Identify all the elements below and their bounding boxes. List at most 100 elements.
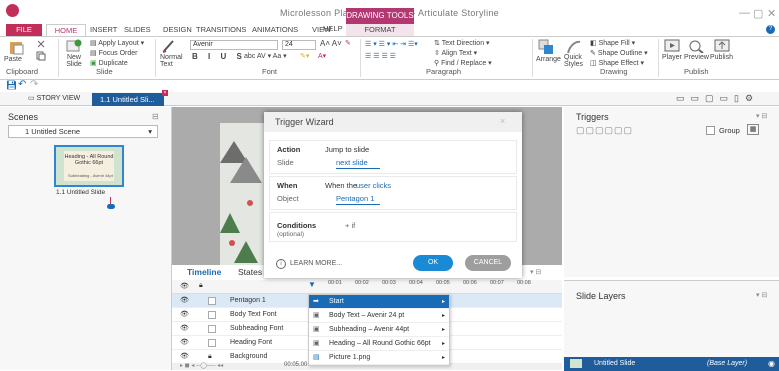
dialog-close-icon[interactable]: × — [500, 116, 505, 126]
slide-tab[interactable]: 1.1 Untitled Sli... — [92, 93, 164, 106]
eye-icon[interactable]: 👁︎ — [180, 308, 189, 322]
tab-slides[interactable]: SLIDES — [124, 24, 151, 36]
base-layer-row[interactable]: Untitled Slide (Base Layer) ◉ — [564, 357, 779, 371]
close-icon[interactable]: ✕ — [767, 7, 776, 20]
tab-states[interactable]: States — [238, 267, 262, 277]
redo-icon[interactable]: ↷ — [30, 79, 38, 90]
lock-toggle[interactable] — [208, 297, 216, 305]
triggers-options-icon[interactable]: ▾ ⊟ — [756, 112, 767, 120]
publish-icon[interactable] — [714, 39, 730, 53]
close-tab-icon[interactable]: × — [162, 90, 168, 96]
action-value[interactable]: Jump to slide — [325, 145, 369, 154]
save-icon[interactable]: 💾︎ — [6, 80, 17, 91]
playhead-icon[interactable]: ▼ — [308, 280, 316, 289]
cut-icon[interactable] — [36, 39, 46, 49]
bar-subheading[interactable]: ▣ Subheading – Avenir 44pt ▸ — [309, 323, 449, 337]
new-slide-button[interactable]: New Slide — [62, 54, 86, 68]
shape-effect-button[interactable]: ◫ Shape Effect ▾ — [590, 59, 644, 67]
font-size-field[interactable]: 24 — [282, 40, 316, 50]
new-slide-icon[interactable] — [66, 39, 82, 53]
slide-value[interactable]: next slide — [336, 158, 368, 167]
list-icons[interactable]: ☰ ▾ ☰ ▾ ⇤ ⇥ ☰▾ — [365, 40, 418, 48]
zoom-slider[interactable]: ▸ ◼ ◂ ─◯── ◂◂ — [180, 362, 223, 369]
bar-start[interactable]: ➡ Start ▸ — [309, 295, 449, 309]
trigger-toolbar-icons[interactable]: ▢▢▢▢▢▢ — [576, 125, 633, 136]
quick-styles-button[interactable]: Quick Styles — [564, 54, 588, 68]
normal-text-button[interactable]: Normal Text — [160, 54, 183, 68]
shape-fill-button[interactable]: ◧ Shape Fill ▾ — [590, 39, 635, 47]
tab-animations[interactable]: ANIMATIONS — [252, 24, 298, 36]
paste-icon[interactable] — [8, 39, 24, 55]
text-direction-icon: ⇅ — [434, 40, 442, 47]
font-color-icon[interactable]: A▾ — [318, 52, 326, 60]
scene-dropdown[interactable]: 1 Untitled Scene ▾ — [8, 125, 158, 138]
tab-file[interactable]: FILE — [6, 24, 42, 36]
lock-toggle[interactable] — [208, 339, 216, 347]
tab-home[interactable]: HOME — [46, 24, 86, 36]
maximize-icon[interactable]: ▢ — [753, 7, 763, 20]
bar-heading[interactable]: ▣ Heading – All Round Gothic 66pt ▸ — [309, 337, 449, 351]
panel-options-icon[interactable]: ⊟ — [152, 112, 159, 121]
cancel-button[interactable]: CANCEL — [465, 255, 511, 271]
duplicate-button[interactable]: ▣ Duplicate — [90, 59, 128, 67]
bar-body-text[interactable]: ▣ Body Text – Avenir 24 pt ▸ — [309, 309, 449, 323]
font-name-field[interactable]: Avenir — [190, 40, 278, 50]
learn-more-link[interactable]: LEARN MORE... — [290, 260, 342, 267]
tab-format[interactable]: FORMAT — [346, 24, 414, 36]
normal-text-icon[interactable] — [162, 39, 176, 53]
paste-button[interactable]: Paste — [4, 56, 22, 63]
help-icon[interactable]: ? — [766, 25, 775, 34]
player-icon[interactable] — [664, 39, 680, 53]
slide-thumbnail[interactable]: Heading - All Round Gothic 66pt Subheadi… — [54, 145, 124, 187]
tab-transitions[interactable]: TRANSITIONS — [196, 24, 246, 36]
find-replace-button[interactable]: ⚲ Find / Replace ▾ — [434, 59, 492, 67]
minimize-icon[interactable]: — — [739, 7, 750, 19]
player-button[interactable]: Player — [662, 54, 682, 61]
trigger-settings-icon[interactable]: ▦ — [747, 124, 759, 135]
object-value[interactable]: Pentagon 1 — [336, 194, 374, 203]
tick-4: 00:04 — [409, 280, 423, 286]
layers-options-icon[interactable]: ▾ ⊟ — [756, 291, 767, 299]
font-style-buttons[interactable]: B I U S — [192, 52, 246, 61]
arrange-button[interactable]: Arrange — [536, 56, 561, 63]
tab-help[interactable]: HELP — [323, 24, 343, 33]
eye-icon[interactable]: 👁︎ — [180, 282, 189, 290]
eye-icon[interactable]: 👁︎ — [180, 322, 189, 336]
alignment-icons[interactable]: ☰ ☰ ☰ ☰ — [365, 52, 396, 60]
grow-font-icon[interactable]: A˄ A˅ — [320, 39, 342, 48]
timeline-options-icon[interactable]: ▾ ⊟ — [530, 268, 541, 276]
undo-icon[interactable]: ↶ — [18, 79, 26, 90]
when-value[interactable]: user clicks — [356, 181, 391, 190]
highlight-icon[interactable]: ✎▾ — [300, 52, 309, 60]
add-condition[interactable]: + if — [345, 221, 355, 230]
apply-layout-button[interactable]: ▤ Apply Layout ▾ — [90, 39, 144, 47]
bar-picture[interactable]: ▤ Picture 1.png ▸ — [309, 351, 449, 365]
align-text-button[interactable]: ⇳ Align Text ▾ — [434, 49, 477, 57]
preview-icon[interactable] — [688, 39, 704, 53]
lock-icon[interactable]: 🔒︎ — [199, 282, 203, 290]
ok-button[interactable]: OK — [413, 255, 453, 271]
publish-button[interactable]: Publish — [710, 54, 733, 61]
tab-design[interactable]: DESIGN — [163, 24, 192, 36]
ribbon: Paste Clipboard New Slide ▤ Apply Layout… — [0, 36, 779, 80]
preview-button[interactable]: Preview — [684, 54, 709, 61]
text-direction-button[interactable]: ⇅ Text Direction ▾ — [434, 39, 490, 47]
group-checkbox[interactable] — [706, 126, 715, 135]
focus-order-button[interactable]: ▤ Focus Order — [90, 49, 137, 57]
arrange-icon[interactable] — [538, 39, 554, 55]
lock-toggle[interactable] — [208, 311, 216, 319]
tab-insert[interactable]: INSERT — [90, 24, 117, 36]
shape-outline-button[interactable]: ✎ Shape Outline ▾ — [590, 49, 648, 57]
eye-icon[interactable]: 👁︎ — [180, 294, 189, 308]
copy-icon[interactable] — [36, 51, 46, 61]
layout-toggle-icons[interactable]: ▭▭▢▭▯⚙ — [676, 93, 759, 104]
mountain-illustration-icon — [220, 141, 262, 263]
story-view-tab[interactable]: ▭ STORY VIEW — [28, 93, 86, 105]
eye-icon[interactable]: 👁︎ — [180, 336, 189, 350]
eye-icon[interactable]: ◉ — [768, 359, 775, 368]
clear-format-icon[interactable]: ✎ — [345, 39, 351, 47]
tab-timeline[interactable]: Timeline — [187, 267, 221, 277]
quick-styles-icon[interactable] — [566, 39, 582, 55]
lock-toggle[interactable] — [208, 325, 216, 333]
char-spacing-icon[interactable]: abc AV ▾ Aa ▾ — [244, 52, 287, 60]
